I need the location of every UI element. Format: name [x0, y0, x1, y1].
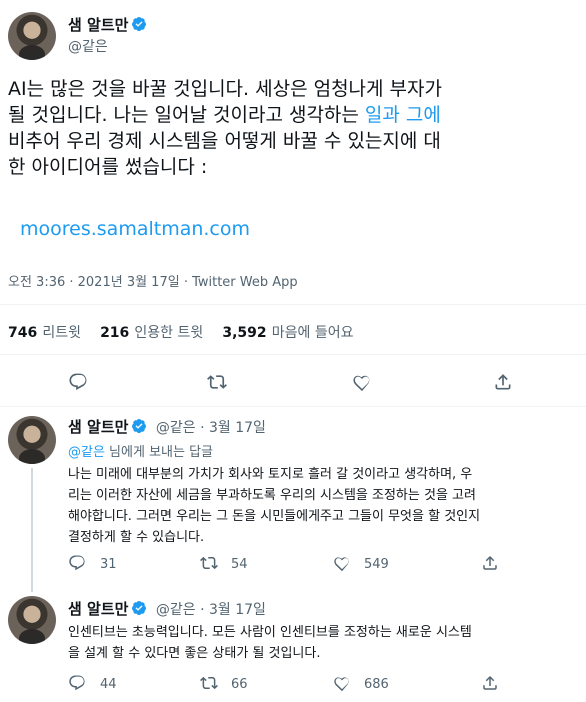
author-handle[interactable]: @같은 — [156, 602, 196, 618]
author-name-row[interactable]: 샘 알트만 — [68, 14, 147, 35]
reply-text-line: 리는 이러한 자산에 세금을 부과하도록 우리의 시스템을 조정하는 것을 고려 — [68, 488, 476, 503]
retweet-icon[interactable] — [200, 554, 218, 572]
reply-text-line: 해야합니다. 그러면 우리는 그 돈을 시민들에게주고 그들이 무엇을 할 것인… — [68, 509, 481, 524]
author-name[interactable]: 샘 알트만 — [68, 16, 128, 34]
retweet-icon[interactable] — [200, 674, 218, 692]
quotes-count: 216 — [100, 325, 130, 341]
reply-text-line: 결정하게 할 수 있습니다. — [68, 530, 205, 545]
tweet-text-line: 비추어 우리 경제 시스템을 어떻게 바꿀 수 있는지에 대 — [8, 130, 441, 152]
tweet-date[interactable]: · 3월 17일 — [200, 602, 266, 618]
avatar[interactable] — [8, 12, 56, 60]
retweets-count: 746 — [8, 325, 38, 341]
author-handle[interactable]: @같은 — [68, 36, 108, 56]
like-icon[interactable] — [333, 674, 351, 692]
share-icon[interactable] — [493, 372, 513, 392]
reply-header: 샘 알트만 @같은 · 3월 17일 — [68, 416, 266, 437]
reply-icon[interactable] — [68, 674, 86, 692]
avatar[interactable] — [8, 596, 56, 644]
retweets-label: 리트윗 — [42, 325, 81, 341]
like-count: 686 — [364, 677, 389, 692]
tweet-text-line: AI는 많은 것을 바꿀 것입니다. 세상은 엄청나게 부자가 — [8, 78, 442, 100]
tweet-stats: 746 리트윗 216 인용한 트윗 3,592 마음에 들어요 — [8, 322, 353, 342]
likes-stat[interactable]: 3,592 마음에 들어요 — [222, 322, 353, 341]
tweet-text: AI는 많은 것을 바꿀 것입니다. 세상은 엄청나게 부자가 될 것입니다. … — [8, 76, 578, 180]
retweets-stat[interactable]: 746 리트윗 — [8, 322, 81, 341]
author-name[interactable]: 샘 알트만 — [68, 418, 128, 436]
reply-icon[interactable] — [68, 372, 88, 392]
tweet-date[interactable]: · 3월 17일 — [200, 420, 266, 436]
reply-text: 인센티브는 초능력입니다. 모든 사람이 인센티브를 조정하는 새로운 시스템 … — [68, 622, 580, 664]
reply-text: 나는 미래에 대부분의 가치가 회사와 토지로 흘러 갈 것이라고 생각하며, … — [68, 464, 580, 548]
like-icon[interactable] — [352, 372, 372, 392]
avatar[interactable] — [8, 416, 56, 464]
reply-count: 44 — [100, 677, 117, 692]
author-handle[interactable]: @같은 — [156, 420, 196, 436]
verified-badge-icon — [132, 419, 147, 434]
reply-thread-line — [31, 468, 33, 592]
reply-text-line: 인센티브는 초능력입니다. 모든 사람이 인센티브를 조정하는 새로운 시스템 — [68, 625, 472, 640]
reply-text-line: 나는 미래에 대부분의 가치가 회사와 토지로 흘러 갈 것이라고 생각하며, … — [68, 467, 473, 482]
divider — [0, 406, 586, 407]
inline-link[interactable]: 일과 그에 — [365, 104, 441, 126]
verified-badge-icon — [132, 17, 147, 32]
retweet-icon[interactable] — [207, 372, 227, 392]
divider — [0, 354, 586, 355]
verified-badge-icon — [132, 601, 147, 616]
replying-to: @같은 님에게 보내는 답글 — [68, 441, 213, 460]
share-icon[interactable] — [481, 554, 499, 572]
quotes-label: 인용한 트윗 — [134, 325, 204, 341]
retweet-count: 66 — [231, 677, 248, 692]
replying-to-suffix: 님에게 보내는 답글 — [104, 445, 213, 460]
reply-text-line: 을 설계 할 수 있다면 좋은 상태가 될 것입니다. — [68, 646, 321, 661]
like-icon[interactable] — [333, 554, 351, 572]
divider — [0, 304, 586, 305]
retweet-count: 54 — [231, 557, 248, 572]
tweet-text-line: 한 아이디어를 썼습니다 : — [8, 156, 208, 178]
tweet-text-line: 될 것입니다. 나는 일어날 것이라고 생각하는 일과 그에 — [8, 102, 578, 128]
reply-header: 샘 알트만 @같은 · 3월 17일 — [68, 598, 266, 619]
replying-to-handle[interactable]: @같은 — [68, 445, 105, 460]
quotes-stat[interactable]: 216 인용한 트윗 — [100, 322, 203, 341]
share-icon[interactable] — [481, 674, 499, 692]
reply-count: 31 — [100, 557, 117, 572]
tweet-text-segment: 될 것입니다. 나는 일어날 것이라고 생각하는 — [8, 104, 365, 126]
tweet-link[interactable]: moores.samaltman.com — [20, 218, 250, 240]
tweet-timestamp[interactable]: 오전 3:36 · 2021년 3월 17일 · Twitter Web App — [8, 271, 298, 290]
author-name[interactable]: 샘 알트만 — [68, 600, 128, 618]
reply-icon[interactable] — [68, 554, 86, 572]
likes-count: 3,592 — [222, 325, 267, 341]
likes-label: 마음에 들어요 — [271, 325, 354, 341]
like-count: 549 — [364, 557, 389, 572]
